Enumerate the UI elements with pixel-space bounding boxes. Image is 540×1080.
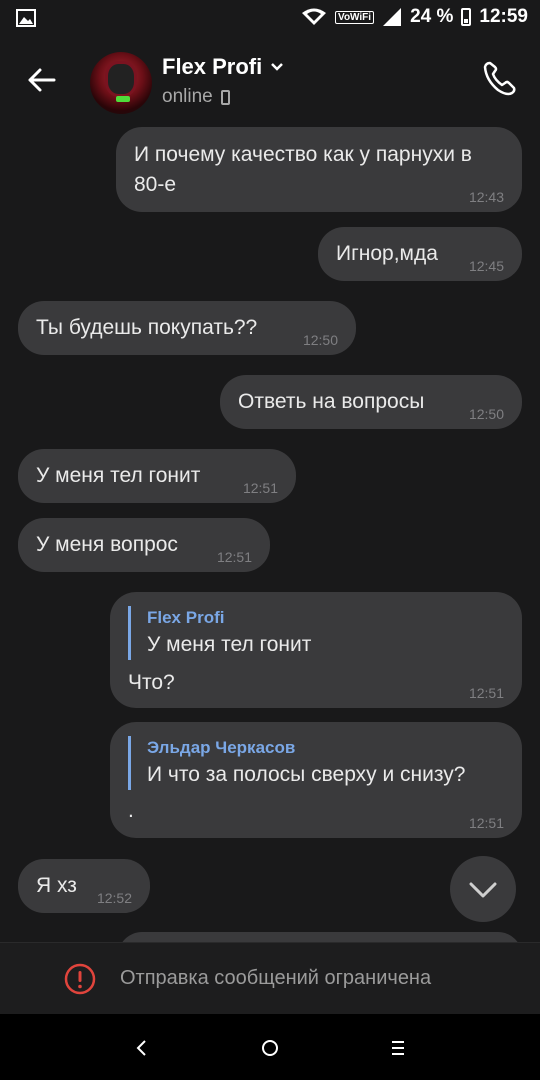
message-bubble-incoming[interactable]: Я хз 12:52 [18, 859, 150, 913]
message-time: 12:51 [242, 480, 278, 496]
message-time: 12:51 [468, 815, 504, 831]
nav-back-icon[interactable] [126, 1032, 158, 1064]
contact-name-button[interactable]: Flex Profi [162, 54, 284, 80]
message-bubble-outgoing-reply[interactable]: Эльдар Черкасов И что за полосы сверху и… [110, 722, 522, 838]
scroll-down-button[interactable] [450, 856, 516, 922]
chevron-down-icon [271, 63, 284, 71]
message-time: 12:43 [468, 189, 504, 205]
status-bar: VoWiFi 24 % 12:59 [0, 0, 540, 36]
restricted-text: Отправка сообщений ограничена [120, 967, 432, 989]
wifi-icon [302, 8, 327, 25]
battery-percent: 24 % [410, 6, 454, 27]
nav-home-icon[interactable] [254, 1032, 286, 1064]
message-bubble-outgoing[interactable]: Игнор,мда 12:45 [318, 227, 522, 281]
message-bubble-incoming[interactable]: У меня вопрос 12:51 [18, 518, 270, 572]
message-text: Что? [128, 671, 175, 694]
message-text: . [128, 799, 134, 822]
signal-icon [383, 8, 402, 26]
message-bubble-incoming[interactable]: У меня тел гонит 12:51 [18, 449, 296, 503]
avatar[interactable] [90, 52, 152, 114]
contact-name: Flex Profi [162, 54, 263, 79]
message-text: Ответь на вопросы [238, 390, 425, 413]
system-nav-bar [0, 1014, 540, 1080]
message-text: У меня тел гонит [36, 464, 201, 487]
phone-call-icon[interactable] [480, 58, 520, 98]
message-text: И почему качество как у парнухи в 80-е [134, 143, 472, 196]
online-status-text: online [162, 86, 213, 107]
reply-quote[interactable]: Эльдар Черкасов И что за полосы сверху и… [128, 736, 504, 790]
clock: 12:59 [479, 6, 528, 27]
message-bubble-outgoing[interactable]: Ответь на вопросы 12:50 [220, 375, 522, 429]
message-time: 12:45 [468, 258, 504, 274]
back-arrow-icon[interactable] [24, 62, 60, 98]
message-bubble-outgoing-reply[interactable]: Flex Profi У меня тел гонит Что? 12:51 [110, 592, 522, 708]
message-bubble-outgoing[interactable]: И почему качество как у парнухи в 80-е 1… [116, 127, 522, 212]
reply-author: Flex Profi [147, 608, 225, 627]
message-bubble-incoming[interactable]: Ты будешь покупать?? 12:50 [18, 301, 356, 355]
vowifi-label: VoWiFi [335, 10, 375, 24]
contact-status: online [162, 86, 230, 108]
image-notification-icon [16, 9, 36, 27]
message-time: 12:50 [302, 332, 338, 348]
warning-icon [64, 963, 96, 995]
reply-text: У меня тел гонит [147, 633, 312, 656]
messaging-restricted-banner: Отправка сообщений ограничена [0, 942, 540, 1015]
message-time: 12:50 [468, 406, 504, 422]
message-time: 12:52 [96, 890, 132, 906]
mobile-device-icon [220, 89, 230, 105]
chevron-down-icon [469, 882, 497, 898]
reply-author: Эльдар Черкасов [147, 738, 296, 757]
message-time: 12:51 [216, 549, 252, 565]
battery-icon [461, 8, 472, 26]
message-time: 12:51 [468, 685, 504, 701]
message-text: Ты будешь покупать?? [36, 316, 258, 339]
chat-header: Flex Profi online [0, 36, 540, 128]
reply-quote[interactable]: Flex Profi У меня тел гонит [128, 606, 504, 660]
reply-text: И что за полосы сверху и снизу? [147, 763, 466, 786]
nav-menu-icon[interactable] [382, 1032, 414, 1064]
